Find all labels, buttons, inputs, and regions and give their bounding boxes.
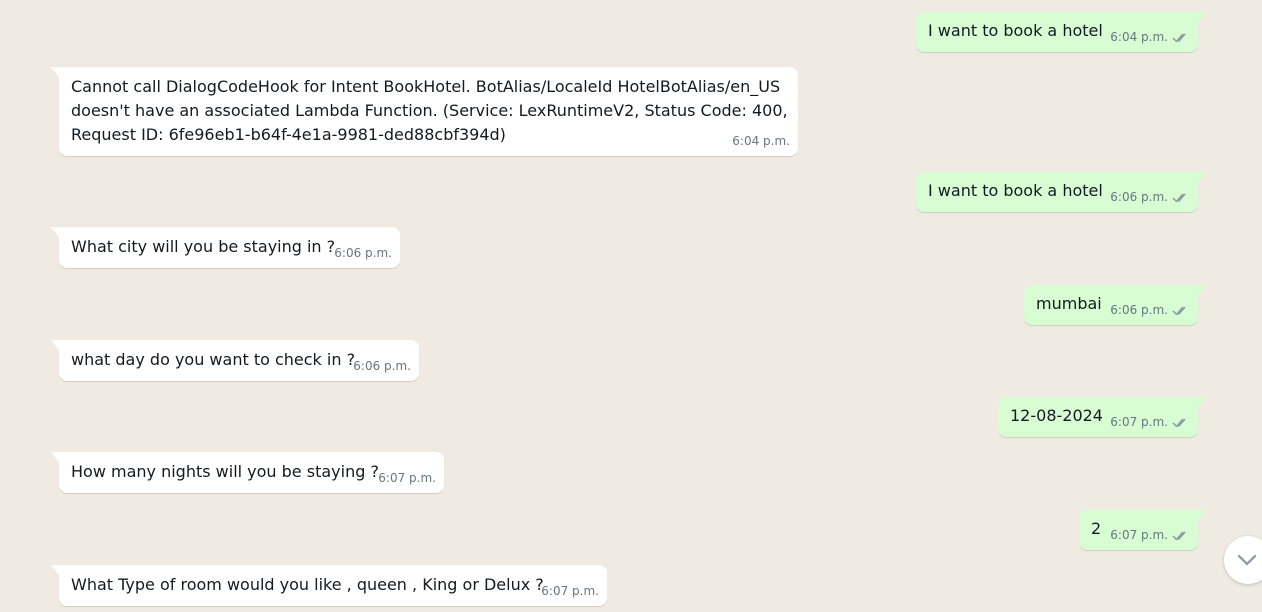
message-time: 6:06 p.m.	[1110, 303, 1168, 317]
message-time: 6:06 p.m.	[334, 246, 392, 260]
outgoing-message[interactable]: 2 6:07 p.m.	[1079, 510, 1206, 550]
message-time: 6:06 p.m.	[1110, 190, 1168, 204]
incoming-message[interactable]: Cannot call DialogCodeHook for Intent Bo…	[51, 67, 798, 156]
double-check-icon	[1172, 306, 1186, 316]
message-meta: 6:06 p.m.	[334, 241, 392, 265]
message-text: I want to book a hotel	[928, 21, 1103, 40]
message-text: 12-08-2024	[1010, 406, 1103, 425]
chevron-down-icon	[1237, 554, 1257, 566]
message-meta: 6:06 p.m.	[353, 354, 411, 378]
incoming-message[interactable]: What Type of room would you like , queen…	[51, 565, 607, 606]
message-time: 6:04 p.m.	[1110, 30, 1168, 44]
outgoing-message[interactable]: 12-08-2024 6:07 p.m.	[998, 397, 1206, 437]
outgoing-message[interactable]: mumbai 6:06 p.m.	[1024, 285, 1206, 325]
message-text: What city will you be staying in ?	[71, 237, 336, 256]
incoming-message[interactable]: what day do you want to check in ? 6:06 …	[51, 340, 419, 381]
double-check-icon	[1172, 193, 1186, 203]
message-text: I want to book a hotel	[928, 181, 1103, 200]
message-meta: 6:07 p.m.	[1110, 410, 1190, 434]
double-check-icon	[1172, 531, 1186, 541]
double-check-icon	[1172, 418, 1186, 428]
double-check-icon	[1172, 33, 1186, 43]
outgoing-message[interactable]: I want to book a hotel 6:04 p.m.	[916, 12, 1206, 52]
message-text: mumbai	[1036, 294, 1102, 313]
message-meta: 6:06 p.m.	[1110, 185, 1190, 209]
message-text: What Type of room would you like , queen…	[71, 575, 544, 594]
message-meta: 6:07 p.m.	[1110, 523, 1190, 547]
message-text: 2	[1091, 519, 1102, 538]
message-time: 6:07 p.m.	[1110, 528, 1168, 542]
chat-messages-pane: I want to book a hotel 6:04 p.m. Cannot …	[0, 0, 1262, 612]
message-text: Cannot call DialogCodeHook for Intent Bo…	[71, 77, 788, 144]
message-text: How many nights will you be staying ?	[71, 462, 379, 481]
incoming-message[interactable]: What city will you be staying in ? 6:06 …	[51, 227, 400, 268]
message-time: 6:07 p.m.	[541, 584, 599, 598]
incoming-message[interactable]: How many nights will you be staying ? 6:…	[51, 452, 444, 493]
message-meta: 6:07 p.m.	[378, 466, 436, 490]
message-meta: 6:04 p.m.	[732, 129, 790, 153]
message-meta: 6:06 p.m.	[1110, 298, 1190, 322]
message-time: 6:06 p.m.	[353, 359, 411, 373]
outgoing-message[interactable]: I want to book a hotel 6:06 p.m.	[916, 172, 1206, 212]
message-time: 6:07 p.m.	[378, 471, 436, 485]
message-text: what day do you want to check in ?	[71, 350, 356, 369]
message-time: 6:07 p.m.	[1110, 415, 1168, 429]
message-meta: 6:04 p.m.	[1110, 25, 1190, 49]
message-meta: 6:07 p.m.	[541, 579, 599, 603]
message-time: 6:04 p.m.	[732, 134, 790, 148]
